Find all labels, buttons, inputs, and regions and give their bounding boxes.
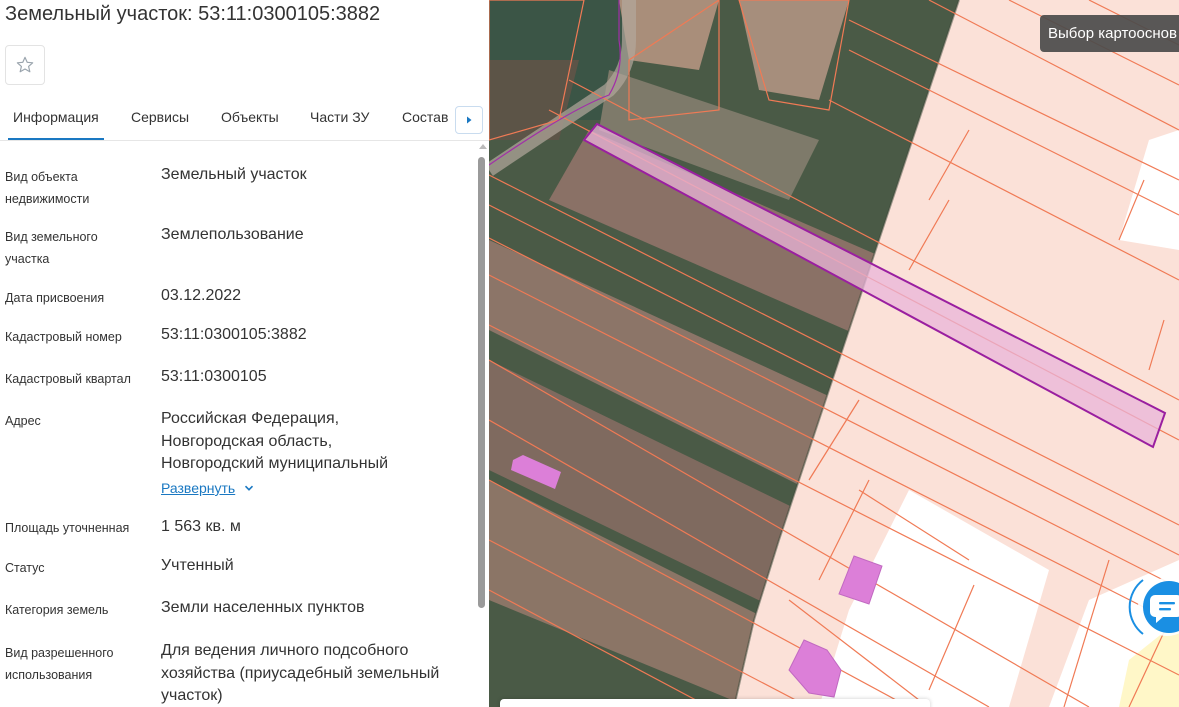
property-value: Земли населенных пунктов xyxy=(161,599,365,616)
star-outline-icon xyxy=(16,56,34,73)
map-bottom-toolbar[interactable] xyxy=(500,699,930,707)
chevron-down-icon xyxy=(245,485,254,491)
tab-bar: Информация Сервисы Объекты Части ЗУ Сост… xyxy=(0,98,489,141)
property-value: Землепользование xyxy=(161,226,304,243)
property-list: Вид объекта недвижимости Земельный участ… xyxy=(0,140,475,707)
scrollbar-thumb[interactable] xyxy=(478,157,485,608)
property-value: 53:11:0300105 xyxy=(161,368,267,385)
property-label: Адрес xyxy=(5,414,41,428)
object-info-panel: Земельный участок: 53:11:0300105:3882 Ин… xyxy=(0,0,489,707)
property-value: Земельный участок xyxy=(161,166,307,183)
property-value: 1 563 кв. м xyxy=(161,518,241,535)
chat-button[interactable] xyxy=(1125,570,1179,650)
property-label: Статус xyxy=(5,561,45,575)
property-label: Площадь уточненная xyxy=(5,521,130,535)
property-value: 03.12.2022 xyxy=(161,287,242,304)
tab-objects[interactable]: Объекты xyxy=(221,109,279,125)
address-value: Российская Федерация, Новгородская облас… xyxy=(161,410,388,472)
property-value: Учтенный xyxy=(161,557,234,574)
cadastral-map[interactable]: Выбор картооснов xyxy=(489,0,1179,707)
expand-address-link[interactable]: Развернуть xyxy=(161,480,255,496)
property-label: Кадастровый квартал xyxy=(5,372,131,386)
panel-scrollbar[interactable] xyxy=(476,140,489,707)
chat-bubble-icon xyxy=(1128,578,1179,636)
property-label: Категория земель xyxy=(5,603,109,617)
tab-composition[interactable]: Состав xyxy=(402,109,448,125)
expand-link-label: Развернуть xyxy=(161,480,236,496)
tab-information[interactable]: Информация xyxy=(8,109,104,140)
favorite-button[interactable] xyxy=(5,45,45,85)
scroll-up-arrow-icon[interactable] xyxy=(479,144,487,149)
tab-services[interactable]: Сервисы xyxy=(131,109,189,125)
tabs-scroll-right-button[interactable] xyxy=(455,106,483,134)
property-label: Дата присвоения xyxy=(5,291,105,305)
property-value: Для ведения личного подсобного хозяйства… xyxy=(161,642,440,704)
property-label: Вид земельного участка xyxy=(5,230,98,266)
map-canvas[interactable] xyxy=(489,0,1179,707)
tab-parcel-parts[interactable]: Части ЗУ xyxy=(310,109,369,125)
property-value: 53:11:0300105:3882 xyxy=(161,326,307,343)
caret-right-icon xyxy=(467,116,472,124)
basemap-select-button[interactable]: Выбор картооснов xyxy=(1040,15,1179,52)
panel-title: Земельный участок: 53:11:0300105:3882 xyxy=(5,3,381,25)
property-label: Вид разрешенного использования xyxy=(5,646,114,682)
property-label: Кадастровый номер xyxy=(5,330,122,344)
property-label: Вид объекта недвижимости xyxy=(5,170,90,206)
